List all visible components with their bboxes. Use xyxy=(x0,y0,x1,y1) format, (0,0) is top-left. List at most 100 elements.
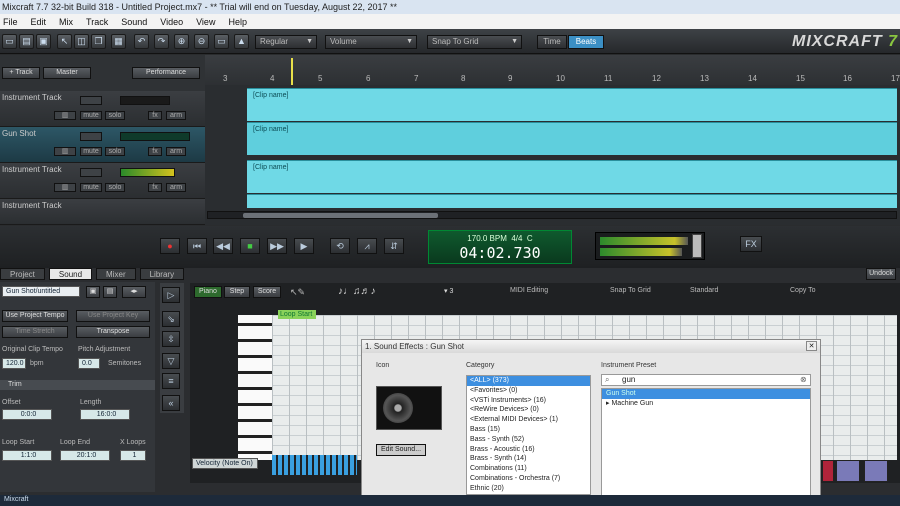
time-stretch-button[interactable]: Time Stretch xyxy=(2,326,68,338)
loop-icon[interactable]: ⟲ xyxy=(330,238,350,254)
standard-select[interactable]: Standard xyxy=(690,287,718,294)
tab-library[interactable]: Library xyxy=(139,268,185,280)
list-item[interactable]: Ethnic (20) xyxy=(467,484,590,494)
list-item[interactable]: Combinations (11) xyxy=(467,464,590,474)
track-header-selected[interactable]: Gun Shot ▥ mute solo fx arm xyxy=(0,127,205,163)
play-icon[interactable]: ■ xyxy=(240,238,260,254)
pencil-tool-icon[interactable]: ↖✎ xyxy=(290,287,305,298)
master-volume-knob[interactable] xyxy=(692,234,702,258)
midi-clip[interactable] xyxy=(247,194,897,208)
snap-select[interactable]: Snap To Grid ▼ xyxy=(427,35,522,49)
new-icon[interactable]: ▭ xyxy=(2,34,17,49)
metronome-icon[interactable]: ▲ xyxy=(234,34,249,49)
copy-to-button[interactable]: Copy To xyxy=(790,287,816,294)
mute-button[interactable]: mute xyxy=(80,111,102,120)
list-item[interactable]: Brass - Synth (14) xyxy=(467,454,590,464)
list-item[interactable]: Gun Shot xyxy=(602,389,810,399)
category-list[interactable]: <ALL> (373) <Favorites> (0) <VSTi Instru… xyxy=(466,375,591,495)
menu-file[interactable]: File xyxy=(3,17,18,27)
transpose-button[interactable]: Transpose xyxy=(76,326,150,338)
edit-sound-button[interactable]: Edit Sound... xyxy=(376,444,426,456)
menu-mix[interactable]: Mix xyxy=(59,17,73,27)
undock-button[interactable]: Undock xyxy=(866,268,896,280)
track-header[interactable]: Instrument Track ▥ mute solo fx arm xyxy=(0,163,205,199)
list-item[interactable]: <ReWire Devices> (0) xyxy=(467,405,590,415)
pitch-field[interactable]: 0.0 xyxy=(78,358,100,369)
pad-tile[interactable] xyxy=(822,460,834,482)
velocity-select[interactable]: Velocity (Note On) xyxy=(192,458,258,469)
midi-clip[interactable]: [Clip name] xyxy=(247,160,897,193)
arrow-tool-icon[interactable]: ⇘ xyxy=(162,311,180,327)
mute-button[interactable]: mute xyxy=(80,147,102,156)
keyboard-icon[interactable]: ▥ xyxy=(54,183,76,192)
velocity-lane[interactable] xyxy=(272,455,357,475)
offset-field[interactable]: 0:0:0 xyxy=(2,409,52,420)
collapse-icon[interactable]: « xyxy=(162,395,180,411)
copy-icon[interactable]: ❐ xyxy=(91,34,106,49)
menu-edit[interactable]: Edit xyxy=(31,17,47,27)
fx-button[interactable]: FX xyxy=(740,236,762,252)
undo-icon[interactable]: ↶ xyxy=(134,34,149,49)
volume-slider[interactable] xyxy=(80,132,102,141)
solo-button[interactable]: solo xyxy=(105,111,125,120)
performance-button[interactable]: Performance xyxy=(132,67,200,79)
list-item[interactable]: <External MIDI Devices> (1) xyxy=(467,415,590,425)
split-icon[interactable]: ◫ xyxy=(74,34,89,49)
add-track-button[interactable]: + Track xyxy=(2,67,40,79)
timeline-ruler[interactable]: 3 4 5 6 7 8 9 10 11 12 13 14 15 16 17 xyxy=(205,55,900,85)
preset-search-input[interactable]: gun xyxy=(601,374,811,386)
save-icon[interactable]: ▣ xyxy=(86,286,100,298)
piano-tab[interactable]: Piano xyxy=(194,286,222,298)
list-item[interactable]: Brass - Acoustic (16) xyxy=(467,445,590,455)
volume-slider[interactable] xyxy=(80,168,102,177)
mute-button[interactable]: mute xyxy=(80,183,102,192)
midi-clip[interactable]: [Clip name] xyxy=(247,88,897,121)
save-icon[interactable]: ▣ xyxy=(36,34,51,49)
loop-start-marker[interactable]: Loop Start xyxy=(278,310,316,319)
list-item[interactable]: Bass (15) xyxy=(467,425,590,435)
triplet-icon[interactable]: ▾ 3 xyxy=(444,287,453,295)
close-icon[interactable]: ✕ xyxy=(806,341,817,351)
length-field[interactable]: 16:0:0 xyxy=(80,409,130,420)
view-select[interactable]: Volume ▼ xyxy=(325,35,417,49)
score-tab[interactable]: Score xyxy=(253,286,281,298)
midi-clip[interactable]: [Clip name] xyxy=(247,122,897,155)
use-project-key-button[interactable]: Use Project Key xyxy=(76,310,150,322)
arm-button[interactable]: arm xyxy=(166,147,186,156)
taskbar-app-label[interactable]: Mixcraft xyxy=(4,496,29,503)
quantize-icon[interactable]: ≡ xyxy=(162,373,180,389)
list-item[interactable]: <ALL> (373) xyxy=(467,376,590,386)
down-icon[interactable]: ▽ xyxy=(162,353,180,369)
zoom-in-icon[interactable]: ⊕ xyxy=(174,34,189,49)
tab-sound[interactable]: Sound xyxy=(48,268,93,280)
rewind-start-icon[interactable]: ⏮ xyxy=(187,238,207,254)
trim-tab[interactable]: Trim xyxy=(8,381,22,388)
solo-button[interactable]: solo xyxy=(105,183,125,192)
pad-tile[interactable] xyxy=(864,460,888,482)
fx-button[interactable]: fx xyxy=(148,147,162,156)
tab-project[interactable]: Project xyxy=(0,268,45,280)
use-project-tempo-button[interactable]: Use Project Tempo xyxy=(2,310,68,322)
open-icon[interactable]: ▤ xyxy=(19,34,34,49)
pager-buttons[interactable]: ◂▸ xyxy=(122,286,146,298)
snapshot-icon[interactable]: ▭ xyxy=(214,34,229,49)
list-item[interactable]: <Favorites> (0) xyxy=(467,386,590,396)
tempo-field[interactable]: 120.0 xyxy=(2,358,26,369)
rewind-icon[interactable]: ◀◀ xyxy=(213,238,233,254)
track-name[interactable]: Instrument Track xyxy=(2,201,62,210)
select-tool-icon[interactable]: ↖ xyxy=(57,34,72,49)
fast-forward-icon[interactable]: ▶▶ xyxy=(267,238,287,254)
piano-keyboard[interactable] xyxy=(238,315,272,460)
menu-video[interactable]: Video xyxy=(160,17,183,27)
track-header[interactable]: Instrument Track xyxy=(0,199,205,225)
keyboard-icon[interactable]: ▥ xyxy=(54,111,76,120)
list-item[interactable]: Combinations - Orchestra (7) xyxy=(467,474,590,484)
playhead[interactable] xyxy=(291,58,293,85)
list-item[interactable]: Bass - Synth (52) xyxy=(467,435,590,445)
list-item[interactable]: <VSTi Instruments> (16) xyxy=(467,396,590,406)
metronome-icon[interactable]: ⩘ xyxy=(357,238,377,254)
fx-button[interactable]: fx xyxy=(148,111,162,120)
x-loops-field[interactable]: 1 xyxy=(120,450,146,461)
menu-sound[interactable]: Sound xyxy=(121,17,147,27)
folder-icon[interactable]: ▤ xyxy=(103,286,117,298)
